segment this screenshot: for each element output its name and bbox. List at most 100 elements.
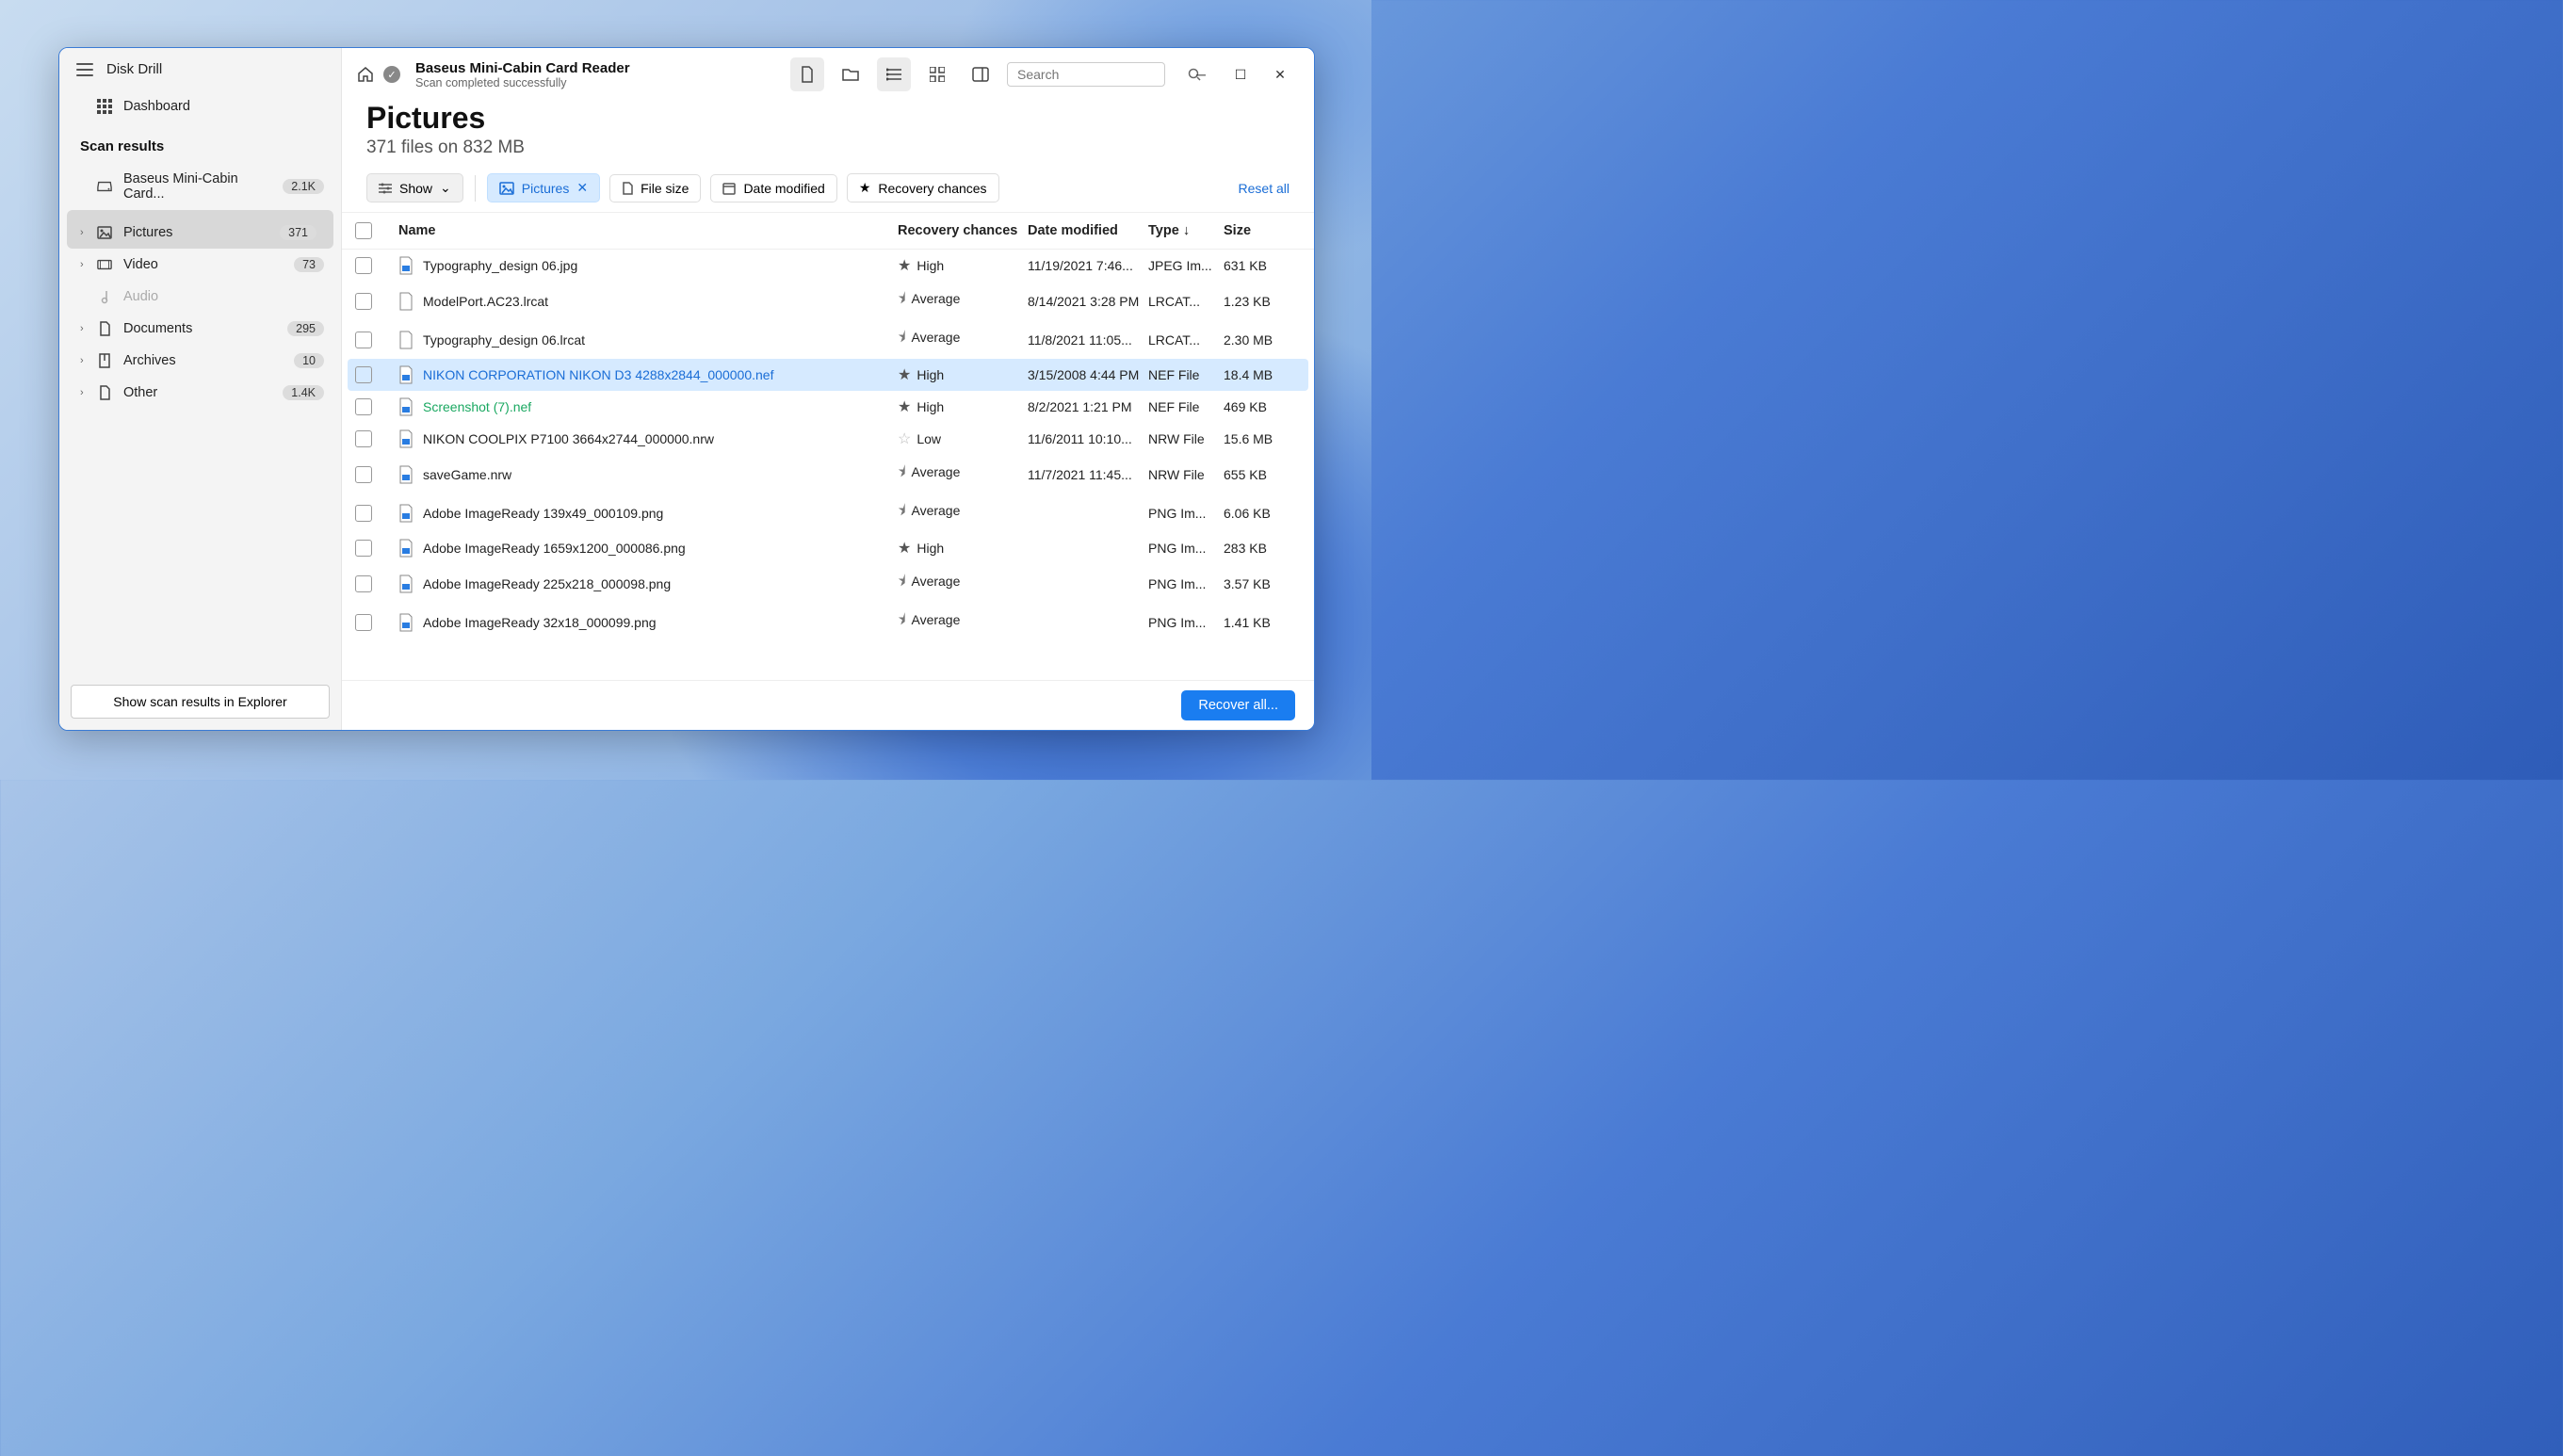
row-checkbox[interactable] <box>355 505 372 522</box>
file-type-icon <box>398 504 414 523</box>
star-icon: ★ <box>859 180 871 196</box>
type-value: NEF File <box>1148 367 1224 382</box>
filter-date-modified[interactable]: Date modified <box>710 174 836 202</box>
table-row[interactable]: ModelPort.AC23.lrcat⯨Average8/14/2021 3:… <box>342 282 1314 320</box>
sidebar-item-other[interactable]: ›Other1.4K <box>59 377 341 409</box>
type-value: LRCAT... <box>1148 332 1224 348</box>
star-icon: ⯨ <box>898 503 905 519</box>
pictures-icon <box>97 225 112 240</box>
recover-all-button[interactable]: Recover all... <box>1181 690 1295 720</box>
row-checkbox[interactable] <box>355 540 372 557</box>
file-name: ModelPort.AC23.lrcat <box>423 294 548 309</box>
folders-view-button[interactable] <box>834 57 868 91</box>
type-value: NRW File <box>1148 431 1224 446</box>
file-name: Typography_design 06.jpg <box>423 258 577 273</box>
column-date[interactable]: Date modified <box>1028 223 1148 238</box>
hamburger-icon[interactable] <box>76 63 93 76</box>
sidebar-item-documents[interactable]: ›Documents295 <box>59 313 341 345</box>
list-view-button[interactable] <box>877 57 911 91</box>
file-type-icon <box>398 465 414 484</box>
table-row[interactable]: Adobe ImageReady 1659x1200_000086.png★Hi… <box>342 532 1314 564</box>
column-name[interactable]: Name <box>389 223 898 238</box>
search-box[interactable] <box>1007 62 1165 87</box>
table-row[interactable]: NIKON COOLPIX P7100 3664x2744_000000.nrw… <box>342 423 1314 455</box>
show-dropdown[interactable]: Show ⌄ <box>366 173 463 202</box>
file-name: NIKON CORPORATION NIKON D3 4288x2844_000… <box>423 367 773 382</box>
file-type-icon <box>398 613 414 632</box>
row-checkbox[interactable] <box>355 614 372 631</box>
other-icon <box>97 385 112 400</box>
table-row[interactable]: Typography_design 06.lrcat⯨Average11/8/2… <box>342 320 1314 359</box>
type-value: PNG Im... <box>1148 576 1224 591</box>
count-badge: 295 <box>287 321 324 336</box>
table-row[interactable]: Screenshot (7).nef★High8/2/2021 1:21 PMN… <box>342 391 1314 423</box>
filter-bar: Show ⌄ Pictures ✕ File size Date modifie… <box>342 168 1314 212</box>
star-icon: ★ <box>898 258 911 274</box>
grid-view-button[interactable] <box>920 57 954 91</box>
app-title: Disk Drill <box>106 61 162 77</box>
sidebar-item-pictures[interactable]: ›Pictures371 <box>67 210 333 249</box>
recovery-value: Average <box>911 464 960 479</box>
select-all-checkbox[interactable] <box>355 222 372 239</box>
column-recovery[interactable]: Recovery chances <box>898 223 1028 238</box>
star-icon: ★ <box>898 367 911 383</box>
column-size[interactable]: Size <box>1224 223 1290 238</box>
row-checkbox[interactable] <box>355 466 372 483</box>
close-button[interactable]: ✕ <box>1261 60 1299 89</box>
table-row[interactable]: saveGame.nrw⯨Average11/7/2021 11:45...NR… <box>342 455 1314 493</box>
sidebar-item-audio[interactable]: Audio <box>59 281 341 313</box>
date-value: 11/6/2011 10:10... <box>1028 431 1148 446</box>
file-type-icon <box>398 331 414 349</box>
recovery-value: High <box>917 367 944 382</box>
row-checkbox[interactable] <box>355 398 372 415</box>
close-icon[interactable]: ✕ <box>576 180 588 196</box>
files-view-button[interactable] <box>790 57 824 91</box>
file-name: NIKON COOLPIX P7100 3664x2744_000000.nrw <box>423 431 714 446</box>
table-row[interactable]: Typography_design 06.jpg★High11/19/2021 … <box>342 250 1314 282</box>
star-icon: ⯨ <box>898 330 905 346</box>
column-type[interactable]: Type ↓ <box>1148 223 1224 238</box>
row-checkbox[interactable] <box>355 332 372 348</box>
filter-pictures[interactable]: Pictures ✕ <box>487 173 600 202</box>
chip-label: File size <box>641 181 689 196</box>
page-header: Pictures 371 files on 832 MB <box>342 97 1314 168</box>
type-value: LRCAT... <box>1148 294 1224 309</box>
type-value: PNG Im... <box>1148 541 1224 556</box>
table-row[interactable]: Adobe ImageReady 225x218_000098.png⯨Aver… <box>342 564 1314 603</box>
reset-all-link[interactable]: Reset all <box>1239 181 1290 196</box>
picture-icon <box>499 182 514 195</box>
table-header: Name Recovery chances Date modified Type… <box>342 212 1314 250</box>
sidebar-footer: Show scan results in Explorer <box>59 673 341 730</box>
file-name: Typography_design 06.lrcat <box>423 332 585 348</box>
show-in-explorer-button[interactable]: Show scan results in Explorer <box>71 685 330 719</box>
file-icon <box>622 182 633 195</box>
preview-pane-button[interactable] <box>964 57 998 91</box>
table-row[interactable]: NIKON CORPORATION NIKON D3 4288x2844_000… <box>348 359 1308 391</box>
row-checkbox[interactable] <box>355 575 372 592</box>
minimize-button[interactable]: ─ <box>1182 60 1220 89</box>
row-checkbox[interactable] <box>355 430 372 447</box>
filter-recovery-chances[interactable]: ★ Recovery chances <box>847 173 999 202</box>
file-name: Adobe ImageReady 225x218_000098.png <box>423 576 671 591</box>
sidebar-item-label: Pictures <box>123 225 172 240</box>
row-checkbox[interactable] <box>355 257 372 274</box>
file-list[interactable]: Typography_design 06.jpg★High11/19/2021 … <box>342 250 1314 680</box>
sidebar-item-dashboard[interactable]: Dashboard <box>59 90 341 122</box>
maximize-button[interactable]: ☐ <box>1222 60 1259 89</box>
row-checkbox[interactable] <box>355 293 372 310</box>
sidebar-item-device[interactable]: Baseus Mini-Cabin Card... 2.1K <box>59 163 341 210</box>
date-value: 8/2/2021 1:21 PM <box>1028 399 1148 414</box>
star-icon: ⯨ <box>898 464 905 480</box>
row-checkbox[interactable] <box>355 366 372 383</box>
filter-file-size[interactable]: File size <box>609 174 701 202</box>
count-badge: 1.4K <box>283 385 324 400</box>
sidebar-item-archives[interactable]: ›Archives10 <box>59 345 341 377</box>
file-type-icon <box>398 292 414 311</box>
sidebar-item-video[interactable]: ›Video73 <box>59 249 341 281</box>
home-icon[interactable] <box>357 66 374 83</box>
table-row[interactable]: Adobe ImageReady 32x18_000099.png⯨Averag… <box>342 603 1314 641</box>
search-input[interactable] <box>1017 67 1188 82</box>
toolbar: ✓ Baseus Mini-Cabin Card Reader Scan com… <box>342 48 1314 97</box>
table-row[interactable]: Adobe ImageReady 139x49_000109.png⯨Avera… <box>342 493 1314 532</box>
type-value: JPEG Im... <box>1148 258 1224 273</box>
